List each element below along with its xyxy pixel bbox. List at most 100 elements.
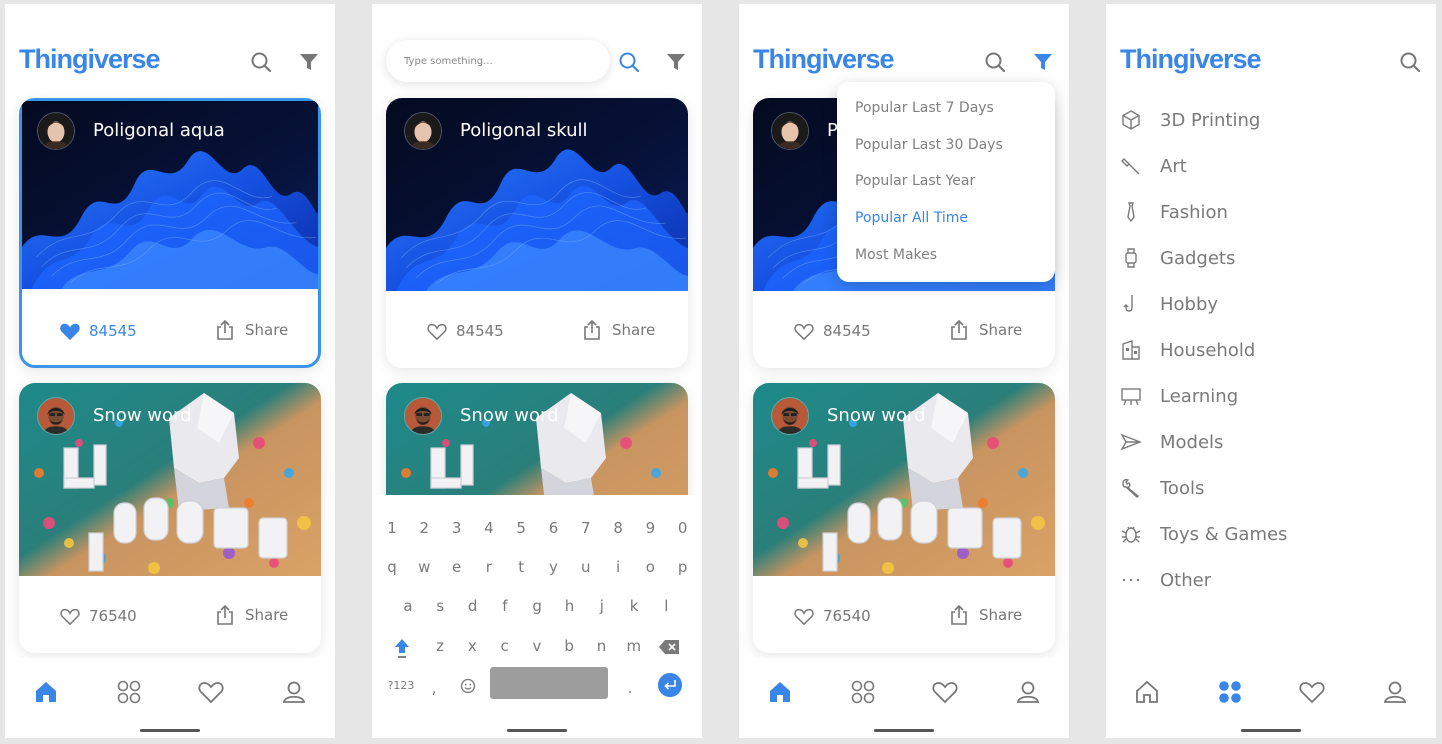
category-3d-printing[interactable]: 3D Printing bbox=[1120, 106, 1420, 134]
search-icon[interactable] bbox=[249, 50, 273, 74]
user-icon[interactable] bbox=[1014, 678, 1042, 706]
home-icon[interactable] bbox=[32, 678, 60, 706]
key-v[interactable]: v bbox=[525, 637, 549, 655]
category-toys-games[interactable]: Toys & Games bbox=[1120, 520, 1420, 548]
category-other[interactable]: Other bbox=[1120, 566, 1420, 594]
key-8[interactable]: 8 bbox=[606, 519, 630, 537]
key-t[interactable]: t bbox=[509, 558, 533, 576]
category-fashion[interactable]: Fashion bbox=[1120, 198, 1420, 226]
key-h[interactable]: h bbox=[558, 597, 582, 615]
category-tools[interactable]: Tools bbox=[1120, 474, 1420, 502]
key-r[interactable]: r bbox=[477, 558, 501, 576]
shift-key-icon[interactable] bbox=[393, 637, 411, 659]
key-5[interactable]: 5 bbox=[509, 519, 533, 537]
search-icon[interactable] bbox=[617, 50, 641, 74]
space-key[interactable] bbox=[490, 667, 608, 699]
category-learning[interactable]: Learning bbox=[1120, 382, 1420, 410]
key-j[interactable]: j bbox=[590, 597, 614, 615]
share-button[interactable]: Share bbox=[582, 319, 655, 341]
key-c[interactable]: c bbox=[493, 637, 517, 655]
key-x[interactable]: x bbox=[460, 637, 484, 655]
emoji-key-icon[interactable] bbox=[460, 678, 476, 694]
filter-option-most-makes[interactable]: Most Makes bbox=[855, 247, 937, 263]
like-button[interactable]: 84545 bbox=[793, 321, 871, 341]
filter-option-last-30-days[interactable]: Popular Last 30 Days bbox=[855, 137, 1003, 153]
model-card[interactable]: Poligonal aqua 84545 Share bbox=[19, 98, 321, 368]
like-button[interactable]: 76540 bbox=[59, 606, 137, 626]
home-icon[interactable] bbox=[1133, 678, 1161, 706]
mode-key[interactable]: ?123 bbox=[386, 679, 416, 692]
share-button[interactable]: Share bbox=[215, 319, 288, 341]
avatar[interactable] bbox=[771, 397, 809, 435]
search-icon[interactable] bbox=[983, 50, 1007, 74]
key-1[interactable]: 1 bbox=[380, 519, 404, 537]
key-k[interactable]: k bbox=[622, 597, 646, 615]
key-3[interactable]: 3 bbox=[445, 519, 469, 537]
category-art[interactable]: Art bbox=[1120, 152, 1420, 180]
home-icon[interactable] bbox=[766, 678, 794, 706]
comma-key[interactable]: , bbox=[422, 679, 446, 697]
key-l[interactable]: l bbox=[654, 597, 678, 615]
category-household[interactable]: Household bbox=[1120, 336, 1420, 364]
key-z[interactable]: z bbox=[428, 637, 452, 655]
user-icon[interactable] bbox=[1381, 678, 1409, 706]
user-icon[interactable] bbox=[280, 678, 308, 706]
model-card[interactable]: Snow word 76540 Share bbox=[19, 383, 321, 653]
key-u[interactable]: u bbox=[574, 558, 598, 576]
like-button[interactable]: 84545 bbox=[59, 321, 137, 341]
search-input[interactable] bbox=[386, 40, 610, 82]
like-button[interactable]: 76540 bbox=[793, 606, 871, 626]
key-9[interactable]: 9 bbox=[638, 519, 662, 537]
key-q[interactable]: q bbox=[380, 558, 404, 576]
search-icon[interactable] bbox=[1398, 50, 1422, 74]
category-gadgets[interactable]: Gadgets bbox=[1120, 244, 1420, 272]
key-b[interactable]: b bbox=[557, 637, 581, 655]
key-7[interactable]: 7 bbox=[574, 519, 598, 537]
key-y[interactable]: y bbox=[542, 558, 566, 576]
filter-option-all-time[interactable]: Popular All Time bbox=[855, 210, 968, 226]
filter-icon[interactable] bbox=[1031, 50, 1055, 74]
key-e[interactable]: e bbox=[445, 558, 469, 576]
backspace-key-icon[interactable] bbox=[658, 639, 680, 655]
period-key[interactable]: . bbox=[618, 679, 642, 697]
key-o[interactable]: o bbox=[638, 558, 662, 576]
key-2[interactable]: 2 bbox=[412, 519, 436, 537]
model-card[interactable]: Snow word 76540 Share bbox=[753, 383, 1055, 653]
key-w[interactable]: w bbox=[412, 558, 436, 576]
search-bar[interactable] bbox=[386, 40, 610, 82]
key-n[interactable]: n bbox=[590, 637, 614, 655]
filter-icon[interactable] bbox=[297, 50, 321, 74]
avatar[interactable] bbox=[404, 397, 442, 435]
key-i[interactable]: i bbox=[606, 558, 630, 576]
category-models[interactable]: Models bbox=[1120, 428, 1420, 456]
key-d[interactable]: d bbox=[461, 597, 485, 615]
filter-option-last-year[interactable]: Popular Last Year bbox=[855, 173, 975, 189]
filter-option-last-7-days[interactable]: Popular Last 7 Days bbox=[855, 100, 994, 116]
like-button[interactable]: 84545 bbox=[426, 321, 504, 341]
key-m[interactable]: m bbox=[622, 637, 646, 655]
heart-icon[interactable] bbox=[931, 678, 959, 706]
heart-icon[interactable] bbox=[197, 678, 225, 706]
model-card[interactable]: Poligonal skull 84545 Share bbox=[386, 98, 688, 368]
key-s[interactable]: s bbox=[428, 597, 452, 615]
key-g[interactable]: g bbox=[525, 597, 549, 615]
key-6[interactable]: 6 bbox=[542, 519, 566, 537]
avatar[interactable] bbox=[771, 112, 809, 150]
share-button[interactable]: Share bbox=[949, 319, 1022, 341]
key-p[interactable]: p bbox=[671, 558, 695, 576]
grid-icon[interactable] bbox=[115, 678, 143, 706]
key-a[interactable]: a bbox=[396, 597, 420, 615]
grid-icon[interactable] bbox=[1216, 678, 1244, 706]
key-f[interactable]: f bbox=[493, 597, 517, 615]
avatar[interactable] bbox=[37, 397, 75, 435]
heart-icon[interactable] bbox=[1298, 678, 1326, 706]
category-hobby[interactable]: Hobby bbox=[1120, 290, 1420, 318]
share-button[interactable]: Share bbox=[949, 604, 1022, 626]
share-button[interactable]: Share bbox=[215, 604, 288, 626]
grid-icon[interactable] bbox=[849, 678, 877, 706]
avatar[interactable] bbox=[37, 112, 75, 150]
key-4[interactable]: 4 bbox=[477, 519, 501, 537]
key-0[interactable]: 0 bbox=[671, 519, 695, 537]
avatar[interactable] bbox=[404, 112, 442, 150]
enter-key-icon[interactable] bbox=[658, 673, 682, 697]
